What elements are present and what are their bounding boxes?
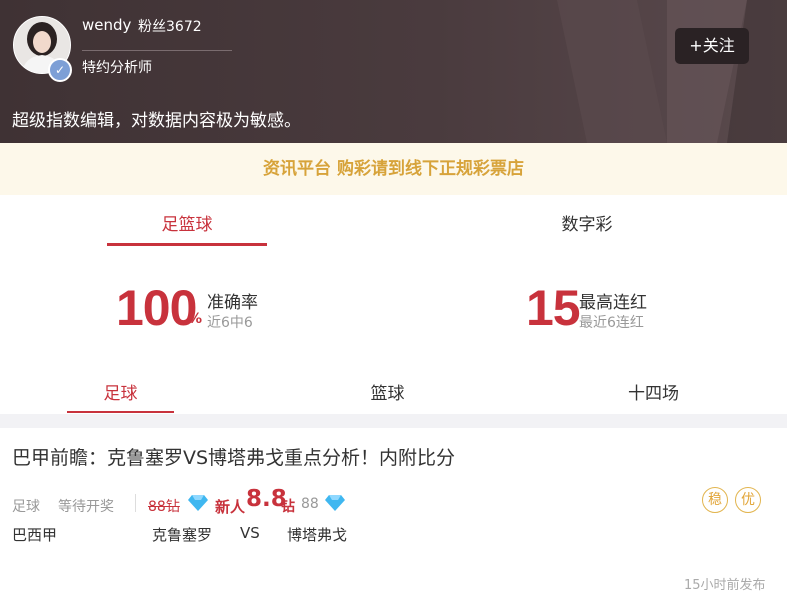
sport-label: 足球 xyxy=(12,499,40,515)
status-label: 等待开奖 xyxy=(58,499,114,515)
active-tab-indicator xyxy=(107,243,267,246)
role-label: 特约分析师 xyxy=(82,60,152,76)
publish-time: 15小时前发布 xyxy=(684,578,766,593)
original-price: 88钻 xyxy=(148,499,180,515)
tab-basketball[interactable]: 篮球 xyxy=(334,379,441,404)
notice-banner: 资讯平台 购彩请到线下正规彩票店 xyxy=(0,143,787,195)
price-unit: 钻 xyxy=(281,499,295,515)
streak-value: 15 xyxy=(526,280,581,336)
new-user-label: 新人 xyxy=(215,498,246,516)
divider xyxy=(82,50,232,51)
league-name: 巴西甲 xyxy=(12,526,58,544)
tab-digital-lottery[interactable]: 数字彩 xyxy=(507,210,667,235)
home-team: 克鲁塞罗 xyxy=(152,526,213,544)
accuracy-value: 100 xyxy=(116,280,197,336)
stable-badge: 稳 xyxy=(702,487,728,513)
streak-label: 最高连红 xyxy=(579,293,647,313)
tab-fourteen-matches[interactable]: 十四场 xyxy=(600,379,707,404)
accuracy-sub: 近6中6 xyxy=(207,315,253,331)
accuracy-unit: % xyxy=(188,311,203,327)
section-divider xyxy=(0,414,787,428)
away-team: 博塔弗戈 xyxy=(287,526,348,544)
bio-text: 超级指数编辑，对数据内容极为敏感。 xyxy=(12,111,301,131)
price-count: 88 xyxy=(301,496,319,512)
streak-sub: 最近6连红 xyxy=(579,315,644,331)
vs-label: VS xyxy=(240,524,260,542)
diamond-icon xyxy=(325,495,345,511)
tab-football-basketball[interactable]: 足篮球 xyxy=(107,210,267,235)
article-title[interactable]: 巴甲前瞻：克鲁塞罗VS博塔弗戈重点分析！内附比分 xyxy=(12,443,455,470)
profile-header: ✓ wendy 粉丝3672 特约分析师 +关注 超级指数编辑，对数据内容极为敏… xyxy=(0,0,787,143)
active-sport-indicator xyxy=(67,411,174,413)
follow-button[interactable]: +关注 xyxy=(675,28,749,64)
username: wendy xyxy=(82,16,132,34)
header-decoration xyxy=(557,0,787,143)
fans-count: 粉丝3672 xyxy=(138,19,202,35)
divider xyxy=(135,494,136,512)
verified-icon: ✓ xyxy=(48,58,72,82)
tab-football[interactable]: 足球 xyxy=(67,379,174,404)
diamond-icon xyxy=(188,495,208,511)
excellent-badge: 优 xyxy=(735,487,761,513)
accuracy-label: 准确率 xyxy=(207,293,258,313)
